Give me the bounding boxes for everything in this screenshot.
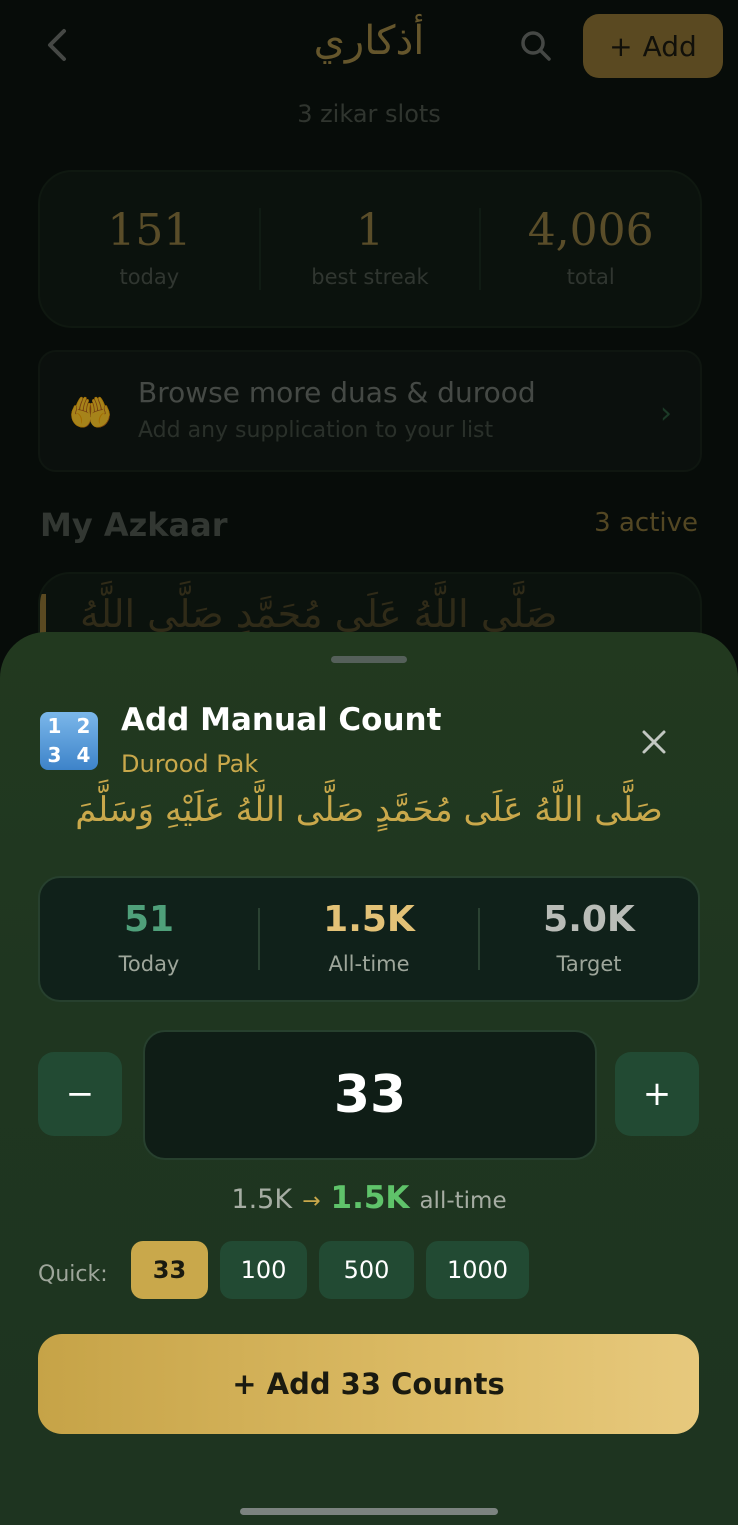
stat-label: Target <box>556 952 622 976</box>
stat-target: 5.0K Target <box>480 899 698 977</box>
stat-value: 5.0K <box>543 899 635 940</box>
minus-icon: − <box>65 1074 95 1114</box>
count-preview: 1.5K → 1.5K all-time <box>0 1180 738 1216</box>
preview-to: 1.5K <box>330 1180 410 1216</box>
count-stats: 51 Today 1.5K All-time 5.0K Target <box>38 876 700 1002</box>
close-icon <box>642 730 666 754</box>
zikr-arabic: صَلَّى اللَّهُ عَلَى مُحَمَّدٍ صَلَّى ال… <box>75 790 663 830</box>
sheet-drag-handle[interactable] <box>331 656 407 663</box>
quick-chip-1000[interactable]: 1000 <box>426 1241 529 1299</box>
quick-chip-100[interactable]: 100 <box>220 1241 307 1299</box>
preview-from: 1.5K <box>231 1184 293 1215</box>
stat-all-time: 1.5K All-time <box>260 899 478 977</box>
stat-value: 1.5K <box>323 899 415 940</box>
stat-today: 51 Today <box>40 899 258 977</box>
numbers-icon: 1234 <box>40 712 98 770</box>
arrow-right-icon: → <box>302 1189 321 1214</box>
increment-button[interactable]: + <box>615 1052 699 1136</box>
stat-label: Today <box>118 952 180 976</box>
home-indicator[interactable] <box>240 1508 498 1515</box>
add-counts-button[interactable]: + Add 33 Counts <box>38 1334 699 1434</box>
add-manual-count-sheet: 1234 Add Manual Count Durood Pak صَلَّى … <box>0 632 738 1525</box>
quick-chip-500[interactable]: 500 <box>319 1241 414 1299</box>
preview-suffix: all-time <box>419 1188 507 1214</box>
sheet-title: Add Manual Count <box>121 702 442 738</box>
decrement-button[interactable]: − <box>38 1052 122 1136</box>
stat-label: All-time <box>328 952 410 976</box>
quick-label: Quick: <box>38 1262 108 1287</box>
plus-icon: + <box>642 1074 672 1114</box>
count-input[interactable]: 33 <box>143 1030 597 1160</box>
close-button[interactable] <box>636 724 672 760</box>
quick-chip-33[interactable]: 33 <box>131 1241 208 1299</box>
stat-value: 51 <box>123 899 175 940</box>
sheet-subtitle: Durood Pak <box>121 750 259 778</box>
